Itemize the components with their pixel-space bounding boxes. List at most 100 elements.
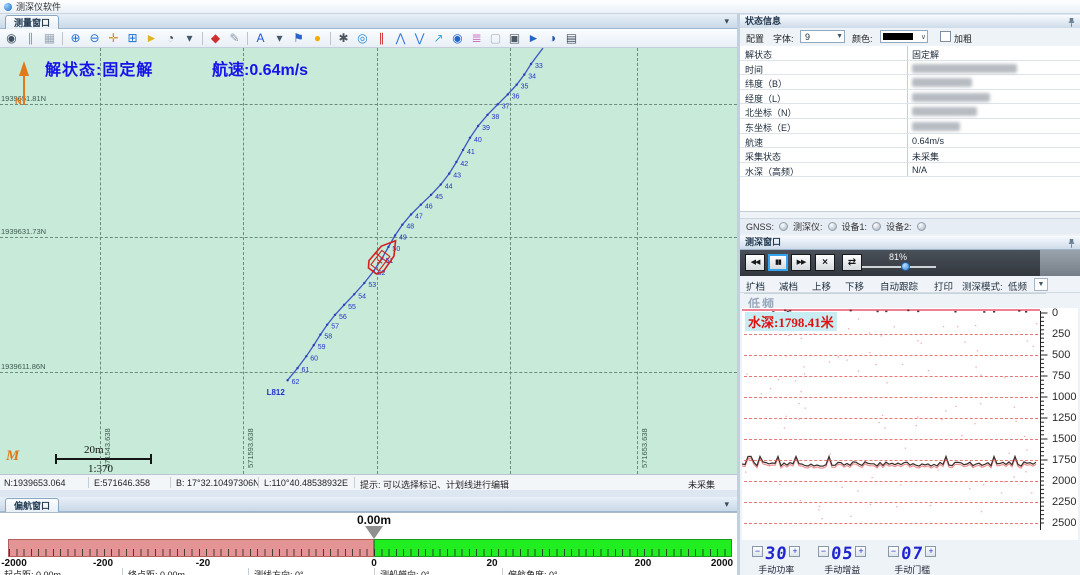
mode-value[interactable]: 低频 [1008,279,1027,293]
playback-slider[interactable] [858,266,936,268]
zoom-out-icon[interactable]: ⊖ [86,30,103,46]
row-value: N/A [908,163,1080,177]
dropdown-caret-icon[interactable]: ▾ [271,30,288,46]
mode-dropdown-button[interactable]: ▼ [1034,278,1048,291]
sector-tool-icon[interactable]: ◔ [162,30,179,46]
mark-dot-tool-icon[interactable]: ● [309,30,326,46]
fit-width-button[interactable]: ⇄ [842,254,862,271]
yaw-field-label: 测船艏向: [380,570,421,575]
polyline-tool-icon[interactable]: ∥ [22,30,39,46]
globe-icon[interactable]: ◑ [544,30,561,46]
sounder-button-2[interactable]: 上移 [812,279,831,293]
fast-forward-button[interactable]: ▶▶ [791,254,811,271]
tab-yaw-window[interactable]: 偏航窗口 [5,498,59,513]
sounder-button-3[interactable]: 下移 [845,279,864,293]
image-tool-icon[interactable]: ▦ [41,30,58,46]
tabstrip-menu-icon[interactable]: ▾ [724,16,729,27]
pan-icon[interactable]: ✛ [105,30,122,46]
pushpin-tool-icon[interactable]: ◆ [207,30,224,46]
playback-slider-thumb[interactable] [901,262,910,271]
pin-icon[interactable] [1067,238,1076,248]
text-label-tool-icon[interactable]: A [252,30,269,46]
pen-tool-icon[interactable]: ✎ [226,30,243,46]
layers-icon[interactable]: ≣ [468,30,485,46]
playback-toolbar: 81% ◀◀▮▮▶▶×⇄ [740,250,1040,276]
sounder-button-4[interactable]: 自动跟踪 [880,279,918,293]
row-value [908,61,1080,75]
track-point-number: 59 [318,344,326,351]
sounder-button-5[interactable]: 打印 [934,279,953,293]
track-point [353,293,355,295]
pause-button[interactable]: ▮▮ [768,254,788,271]
course-arrow-icon[interactable]: ↗ [430,30,447,46]
depth-axis-label: 2000 [1052,475,1080,487]
rewind-button[interactable]: ◀◀ [745,254,765,271]
toolbar-separator [202,32,203,45]
gnss-indicator [779,222,788,231]
yaw-bar-ticks [9,549,731,556]
echogram-chart[interactable]: 水深:1798.41米 0250500750100012501500175020… [742,308,1078,540]
row-value [908,119,1080,133]
yaw-scale-label: -200 [93,558,113,569]
record-play-icon[interactable]: ◉ [3,30,20,46]
stepper-1: −05+ 手动增益 [818,544,866,575]
gnss-device-label: 测深仪: [793,220,823,233]
increase-button[interactable]: + [855,546,866,557]
sounder-button-0[interactable]: 扩档 [746,279,765,293]
track-point [286,379,288,381]
layer-down-icon[interactable]: ⋁ [411,30,428,46]
stepper-2: −07+手动门槛 [888,544,936,575]
font-size-select[interactable]: 9 ▼ [800,30,845,43]
map-view[interactable]: 解状态:固定解 航速:0.64m/s 20m 1:370 M 1939651.8… [0,48,737,474]
table-row: 经度（L） [740,90,1080,105]
table-row: 解状态固定解 [740,46,1080,61]
send-tool-icon[interactable]: ► [525,30,542,46]
bold-checkbox[interactable] [940,31,951,42]
status-table: 解状态固定解时间纬度（B）经度（L）北坐标（N）东坐标（E）航速0.64m/s采… [740,46,1080,212]
zoom-in-icon[interactable]: ⊕ [67,30,84,46]
depth-gridline [744,334,1038,335]
redacted-value [912,78,972,87]
stop-button[interactable]: × [815,254,835,271]
track-point-number: 39 [482,125,490,132]
redacted-value [912,64,1017,73]
gnss-device-label: 设备2: [886,220,912,233]
zoom-window-icon[interactable]: ⊞ [124,30,141,46]
decrease-button[interactable]: − [752,546,763,557]
flag-tool-icon[interactable]: ⚑ [290,30,307,46]
north-arrow-icon: N [15,61,29,106]
track-point-number: 54 [358,293,366,300]
row-value: 固定解 [908,46,1080,60]
settings-tool-icon[interactable]: ✱ [335,30,352,46]
snapshot-icon[interactable]: ▣ [506,30,523,46]
field-divider [502,568,503,575]
layer-up-icon[interactable]: ⋀ [392,30,409,46]
yaw-tabstrip: 偏航窗口 ▾ [0,497,737,512]
depth-gridline [744,397,1038,398]
parallel-lines-tool-icon[interactable]: ∥ [373,30,390,46]
stepper-value: 05 [830,544,855,564]
sounder-button-1[interactable]: 减档 [779,279,798,293]
toolbar-separator [62,32,63,45]
map-status-bar: N:1939653.064 E:571646.358 B: 17°32.1049… [0,474,737,490]
increase-button[interactable]: + [789,546,800,557]
depth-gridline [744,418,1038,419]
increase-button[interactable]: + [925,546,936,557]
stepper-label: 手动增益 [818,563,866,575]
pin-icon[interactable] [1067,17,1076,27]
select-cursor-icon[interactable]: ► [143,30,160,46]
yaw-tabstrip-menu-icon[interactable]: ▾ [724,499,729,510]
frame-tool-icon[interactable]: ▢ [487,30,504,46]
globe-mark-icon[interactable]: ◉ [449,30,466,46]
row-value [908,90,1080,104]
track-point-number: 55 [348,304,356,311]
decrease-button[interactable]: − [818,546,829,557]
decrease-button[interactable]: − [888,546,899,557]
report-icon[interactable]: ▤ [563,30,580,46]
tab-measure-window[interactable]: 测量窗口 [5,15,59,30]
color-select[interactable]: ∨ [880,30,928,43]
locate-tool-icon[interactable]: ◎ [354,30,371,46]
dropdown-caret-icon[interactable]: ▾ [181,30,198,46]
depth-axis-label: 250 [1052,328,1080,340]
track-point [523,73,525,75]
